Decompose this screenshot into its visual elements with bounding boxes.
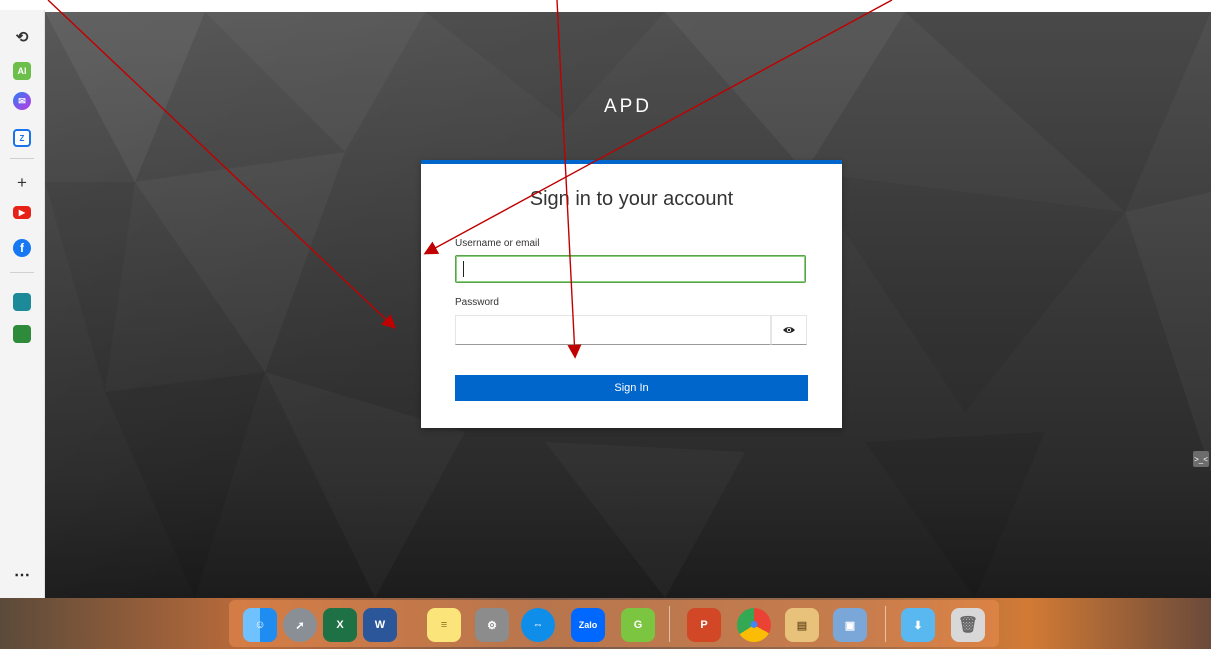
macos-dock: ☺ ➚ X W ≡ ⚙ ⇔ Zalo G P ● ▤ ▣ ⬇ 🗑	[229, 600, 999, 647]
text-caret	[463, 261, 464, 277]
sign-in-button[interactable]: Sign In	[455, 375, 808, 401]
preview-icon[interactable]: ▣	[833, 608, 867, 642]
archive-icon[interactable]: ▤	[785, 608, 819, 642]
login-heading: Sign in to your account	[529, 188, 734, 210]
chrome-icon[interactable]: ●	[737, 608, 771, 642]
ai-icon[interactable]: AI	[13, 62, 31, 80]
finder-icon[interactable]: ☺	[243, 608, 277, 642]
add-icon[interactable]: +	[13, 173, 31, 192]
app-icon-1[interactable]	[13, 293, 31, 311]
zalo-dock-icon[interactable]: Zalo	[571, 608, 605, 642]
show-password-button[interactable]	[771, 315, 807, 345]
eye-icon	[783, 327, 795, 333]
launchpad-icon[interactable]: ➚	[283, 608, 317, 642]
sidebar-divider	[10, 158, 34, 159]
excel-icon[interactable]: X	[323, 608, 357, 642]
powerpoint-icon[interactable]: P	[687, 608, 721, 642]
more-icon[interactable]: ⋯	[13, 566, 31, 584]
system-preferences-icon[interactable]: ⚙	[475, 608, 509, 642]
sidebar-divider	[10, 272, 34, 273]
app-title: APD	[603, 96, 653, 117]
trash-icon[interactable]: 🗑	[951, 608, 985, 642]
notes-icon[interactable]: ≡	[427, 608, 461, 642]
browser-sidebar: ⟲ AI ✉ Z + ▶ f ⋯	[0, 10, 45, 598]
coccoc-icon[interactable]: G	[621, 608, 655, 642]
login-card: Sign in to your account Username or emai…	[421, 160, 842, 428]
history-icon[interactable]: ⟲	[13, 28, 31, 46]
dock-separator	[669, 606, 670, 642]
downloads-icon[interactable]: ⬇	[901, 608, 935, 642]
password-label: Password	[455, 297, 499, 308]
password-input[interactable]	[455, 315, 771, 345]
youtube-icon[interactable]: ▶	[13, 206, 31, 219]
username-input[interactable]	[455, 255, 806, 283]
app-icon-2[interactable]	[13, 325, 31, 343]
login-page-background: APD Sign in to your account Username or …	[45, 12, 1211, 598]
word-icon[interactable]: W	[363, 608, 397, 642]
username-label: Username or email	[455, 238, 540, 249]
facebook-icon[interactable]: f	[13, 239, 31, 257]
extension-icon[interactable]: >_<	[1193, 451, 1209, 467]
teamviewer-icon[interactable]: ⇔	[521, 608, 555, 642]
zalo-icon[interactable]: Z	[13, 129, 31, 147]
messenger-icon[interactable]: ✉	[13, 92, 31, 110]
dock-separator	[885, 606, 886, 642]
